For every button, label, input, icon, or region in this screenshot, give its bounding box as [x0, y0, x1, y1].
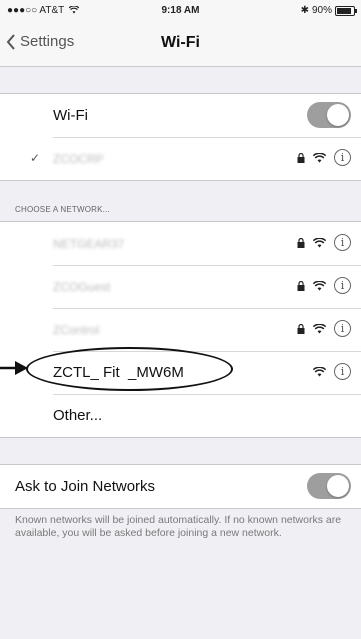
- battery-percent: 90%: [311, 5, 332, 16]
- bluetooth-icon: ✱: [300, 5, 309, 16]
- wifi-toggle[interactable]: [307, 102, 351, 128]
- pointer-arrow-icon: [0, 361, 28, 375]
- other-network-row[interactable]: Other...: [0, 394, 361, 437]
- choose-network-header: CHOOSE A NETWORK...: [15, 205, 110, 214]
- battery-icon: [335, 5, 357, 16]
- info-icon[interactable]: i: [334, 234, 351, 251]
- ask-to-join-description: Known networks will be joined automatica…: [15, 514, 342, 539]
- status-bar: ●●●○○ AT&T 9:18 AM ✱ 90%: [0, 0, 361, 20]
- ask-to-join-row: Ask to Join Networks: [0, 465, 361, 508]
- wifi-toggle-row: Wi-Fi: [0, 94, 361, 137]
- lock-icon: [297, 280, 305, 291]
- other-network-label: Other...: [53, 407, 103, 424]
- page-title: Wi-Fi: [161, 34, 200, 51]
- network-name: ZControl: [53, 323, 100, 337]
- lock-icon: [297, 152, 305, 163]
- wifi-group: Wi-Fi ✓ ZCOCRP i: [0, 93, 361, 181]
- wifi-icon: [313, 280, 326, 290]
- network-status-icons: i: [297, 149, 351, 166]
- info-icon[interactable]: i: [334, 320, 351, 337]
- network-status-icons: i: [297, 234, 351, 251]
- info-icon[interactable]: i: [334, 363, 351, 380]
- wifi-icon: [313, 237, 326, 247]
- connected-network-name: ZCOCRP: [53, 152, 104, 166]
- wifi-icon: [313, 323, 326, 333]
- network-row[interactable]: ZControl i: [0, 308, 361, 351]
- info-icon[interactable]: i: [334, 149, 351, 166]
- wifi-icon: [313, 366, 326, 376]
- networks-group: NETGEAR37 i ZCOGuest i ZControl i ZCTL_ …: [0, 221, 361, 438]
- navigation-bar: Settings Wi-Fi: [0, 20, 361, 67]
- network-status-icons: i: [313, 363, 351, 380]
- network-status-icons: i: [297, 277, 351, 294]
- status-right: ✱ 90%: [300, 5, 357, 16]
- ask-to-join-label: Ask to Join Networks: [15, 478, 156, 495]
- network-name: ZCTL_ Fit _MW6M: [53, 364, 184, 381]
- lock-icon: [297, 323, 305, 334]
- info-icon[interactable]: i: [334, 277, 351, 294]
- ask-to-join-group: Ask to Join Networks: [0, 464, 361, 509]
- checkmark-icon: ✓: [30, 151, 41, 165]
- wifi-icon: [313, 152, 326, 162]
- network-row[interactable]: NETGEAR37 i: [0, 222, 361, 265]
- network-name: ZCOGuest: [53, 280, 111, 294]
- connected-network-row[interactable]: ✓ ZCOCRP i: [0, 137, 361, 180]
- network-name: NETGEAR37: [53, 237, 125, 251]
- network-row-highlighted[interactable]: ZCTL_ Fit _MW6M i: [0, 351, 361, 394]
- network-row[interactable]: ZCOGuest i: [0, 265, 361, 308]
- wifi-label: Wi-Fi: [53, 107, 88, 124]
- ask-to-join-toggle[interactable]: [307, 473, 351, 499]
- lock-icon: [297, 237, 305, 248]
- network-status-icons: i: [297, 320, 351, 337]
